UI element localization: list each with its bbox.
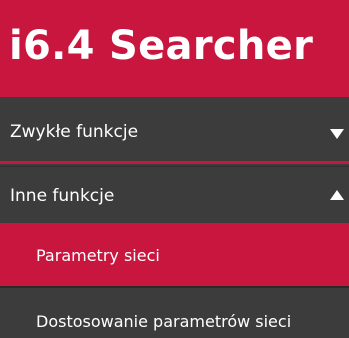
submenu-item-parametry-sieci[interactable]: Parametry sieci [0, 226, 349, 286]
submenu-item-dostosowanie-parametrow-sieci[interactable]: Dostosowanie parametrów sieci [0, 286, 349, 338]
chevron-up-icon [330, 190, 344, 200]
submenu-item-label: Parametry sieci [36, 246, 160, 265]
app-title: i6.4 Searcher [9, 23, 314, 69]
menu-item-label: Zwykłe funkcje [10, 122, 139, 142]
submenu-item-label: Dostosowanie parametrów sieci [36, 312, 292, 331]
menu-item-label: Inne funkcje [10, 186, 115, 206]
menu-separator [0, 161, 349, 164]
menu-item-inne-funkcje[interactable]: Inne funkcje [0, 166, 349, 224]
menu-item-zwykle-funkcje[interactable]: Zwykłe funkcje [0, 105, 349, 160]
app-header: i6.4 Searcher [0, 0, 349, 97]
chevron-down-icon [330, 129, 344, 139]
